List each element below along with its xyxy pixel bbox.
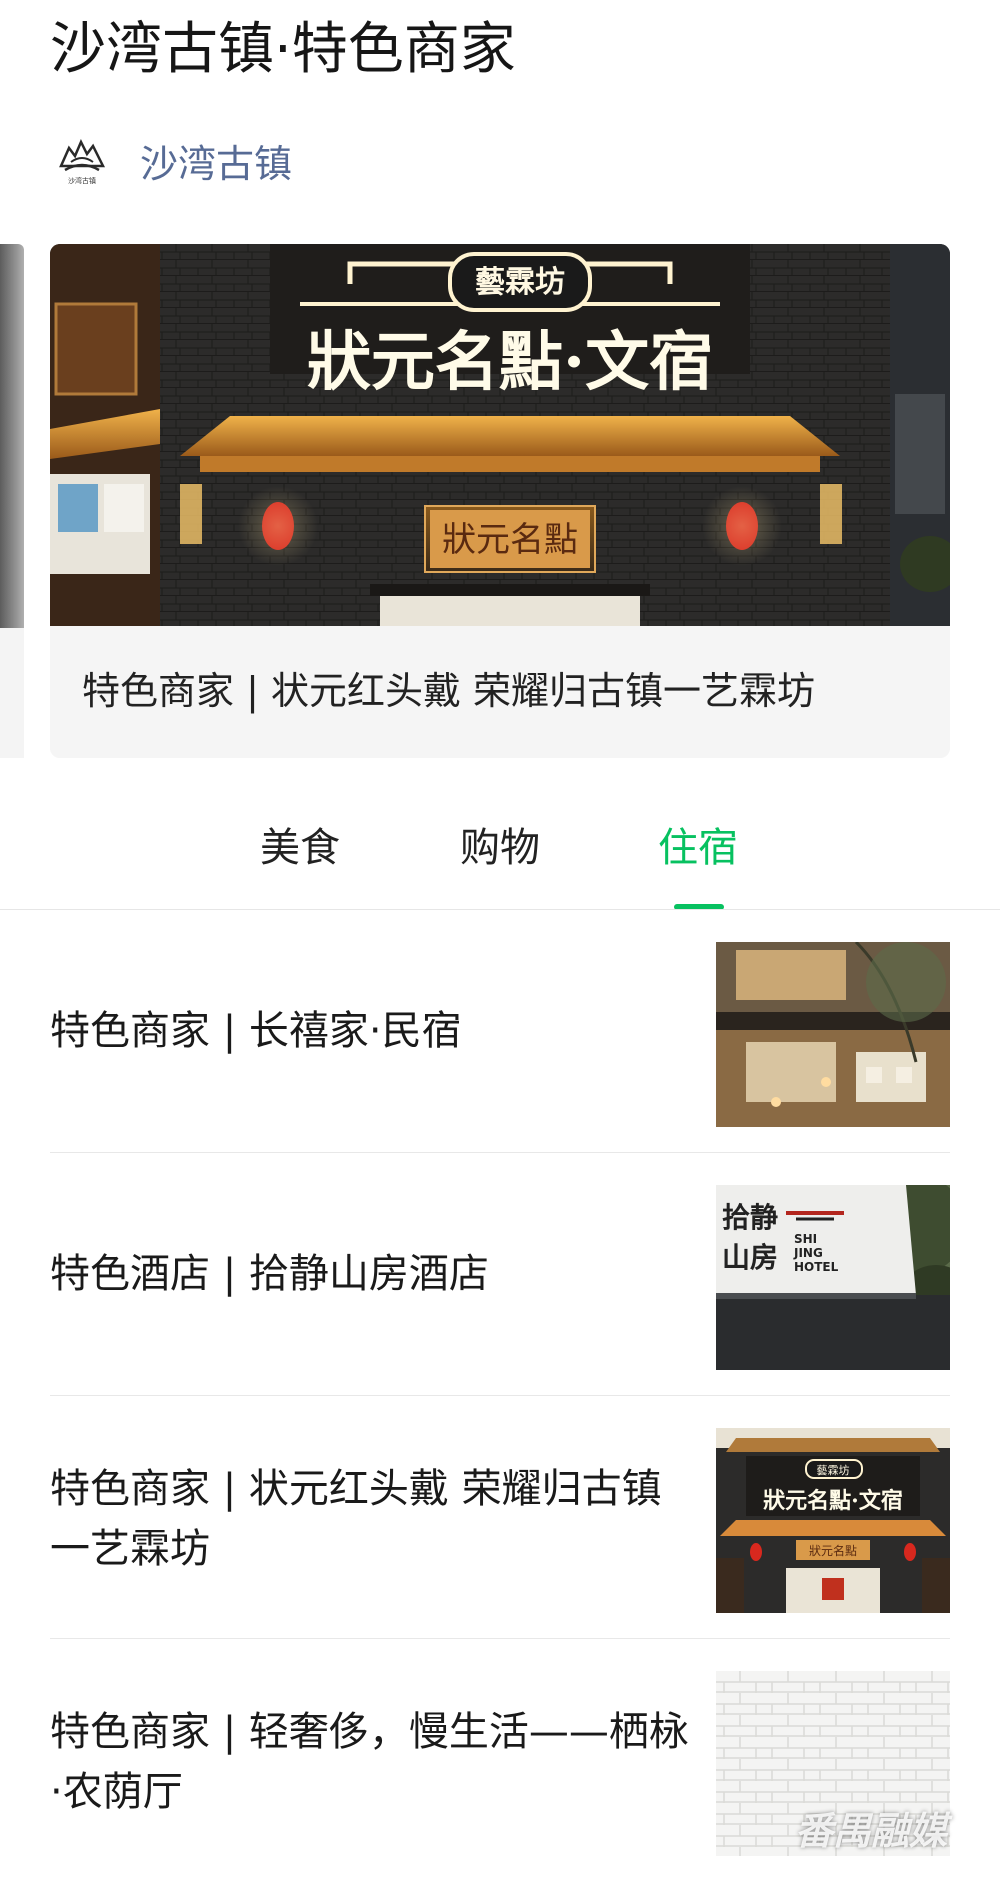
account-name-link[interactable]: 沙湾古镇 [140,133,292,188]
main-sign-text: 狀元名點·文宿 [307,325,713,400]
logo-caption: 沙湾古镇 [68,176,96,185]
article-title: 沙湾古镇·特色商家 [50,17,516,82]
list-item-title: 特色酒店 | 拾静山房酒店 [50,1251,489,1297]
list-item[interactable]: 特色商家 | 长禧家·民宿 [50,910,950,1153]
tab-shopping[interactable]: 购物 [440,808,560,888]
list-item[interactable]: 特色商家 | 状元红头戴 荣耀归古镇一艺霖坊 藝霖坊 狀元名點·文宿 狀元名點 [50,1396,950,1639]
top-plaque-text: 藝霖坊 [475,265,565,300]
hotel-sign-text-2: 山房 [722,1241,778,1274]
carousel-caption-area[interactable]: 特色商家 | 状元红头戴 荣耀归古镇一艺霖坊 [50,626,950,758]
door-sign-text: 狀元名點 [442,520,578,560]
list-item[interactable]: 特色酒店 | 拾静山房酒店 拾静 山房 SHI JING HOTEL [50,1153,950,1396]
shawan-town-logo-icon[interactable]: 沙湾古镇 [52,130,112,190]
list-item-title: 特色商家 | 轻奢侈，慢生活——栖栐·农荫厅 [50,1709,689,1815]
svg-text:藝霖坊: 藝霖坊 [817,1463,850,1477]
svg-text:SHI: SHI [794,1232,817,1246]
featured-carousel[interactable]: 藝霖坊 狀元名點·文宿 狀元名點 特色商家 | 状元红头戴 荣耀归古镇一艺霖坊 [0,244,1000,760]
list-item-title: 特色商家 | 长禧家·民宿 [50,1008,462,1054]
carousel-slide[interactable]: 藝霖坊 狀元名點·文宿 狀元名點 特色商家 | 状元红头戴 荣耀归古镇一艺霖坊 [50,244,950,758]
svg-text:JING: JING [793,1246,823,1260]
tab-lodging-label: 住宿 [658,825,738,871]
shop-facade-photo: 藝霖坊 狀元名點·文宿 狀元名點 [50,244,950,626]
media-watermark: 番禺融媒 [795,1808,948,1853]
hotel-sign-photo: 拾静 山房 SHI JING HOTEL [716,1185,950,1370]
hotel-sign-text-1: 拾静 [722,1201,778,1234]
svg-text:狀元名點·文宿: 狀元名點·文宿 [763,1488,903,1514]
homestay-interior-photo [716,942,950,1127]
category-tabs: 美食 购物 住宿 [0,808,1000,910]
tab-food[interactable]: 美食 [240,808,360,888]
account-row[interactable]: 沙湾古镇 沙湾古镇 [52,126,292,194]
svg-text:HOTEL: HOTEL [794,1260,839,1274]
list-item-title: 特色商家 | 状元红头戴 荣耀归古镇一艺霖坊 [50,1466,662,1572]
tab-lodging[interactable]: 住宿 [638,808,758,910]
shop-facade-photo: 藝霖坊 狀元名點·文宿 狀元名點 [716,1428,950,1613]
svg-text:狀元名點: 狀元名點 [809,1543,857,1558]
previous-slide-peek[interactable] [0,244,24,758]
carousel-caption: 特色商家 | 状元红头戴 荣耀归古镇一艺霖坊 [82,669,816,713]
